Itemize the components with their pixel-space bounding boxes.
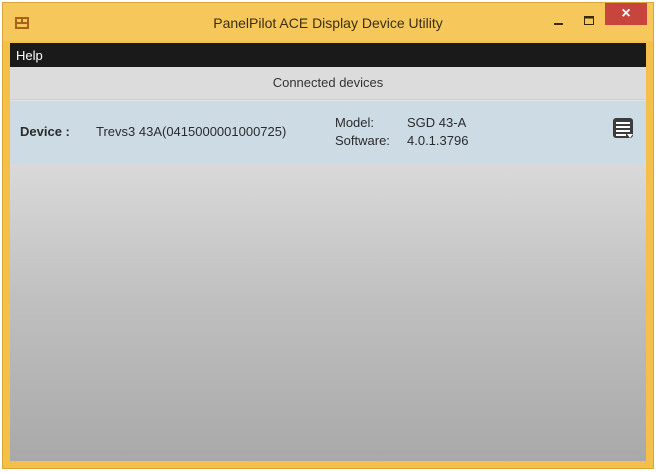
main-content: Connected devices Device : Trevs3 43A(04… [10, 67, 646, 461]
close-icon: × [621, 5, 631, 22]
connected-devices-header: Connected devices [10, 67, 646, 100]
software-value: 4.0.1.3796 [407, 133, 469, 148]
device-menu-button[interactable] [612, 117, 634, 141]
maximize-icon [583, 13, 595, 31]
device-row[interactable]: Device : Trevs3 43A(0415000001000725) Mo… [10, 101, 646, 164]
maximize-button[interactable] [575, 11, 603, 33]
model-value: SGD 43-A [407, 115, 467, 130]
model-label: Model: [335, 115, 375, 130]
minimize-button[interactable] [545, 11, 573, 33]
menu-bar: Help [10, 43, 646, 67]
app-window: PanelPilot ACE Display Device Utility × … [2, 2, 654, 469]
title-bar[interactable]: PanelPilot ACE Display Device Utility × [3, 3, 653, 41]
close-button[interactable]: × [605, 3, 647, 25]
software-label: Software: [335, 133, 390, 148]
menu-item-help[interactable]: Help [16, 48, 43, 63]
device-menu-icon [612, 118, 634, 145]
minimize-icon [554, 13, 564, 31]
device-name: Trevs3 43A(0415000001000725) [96, 124, 287, 139]
device-label: Device : [20, 124, 70, 139]
